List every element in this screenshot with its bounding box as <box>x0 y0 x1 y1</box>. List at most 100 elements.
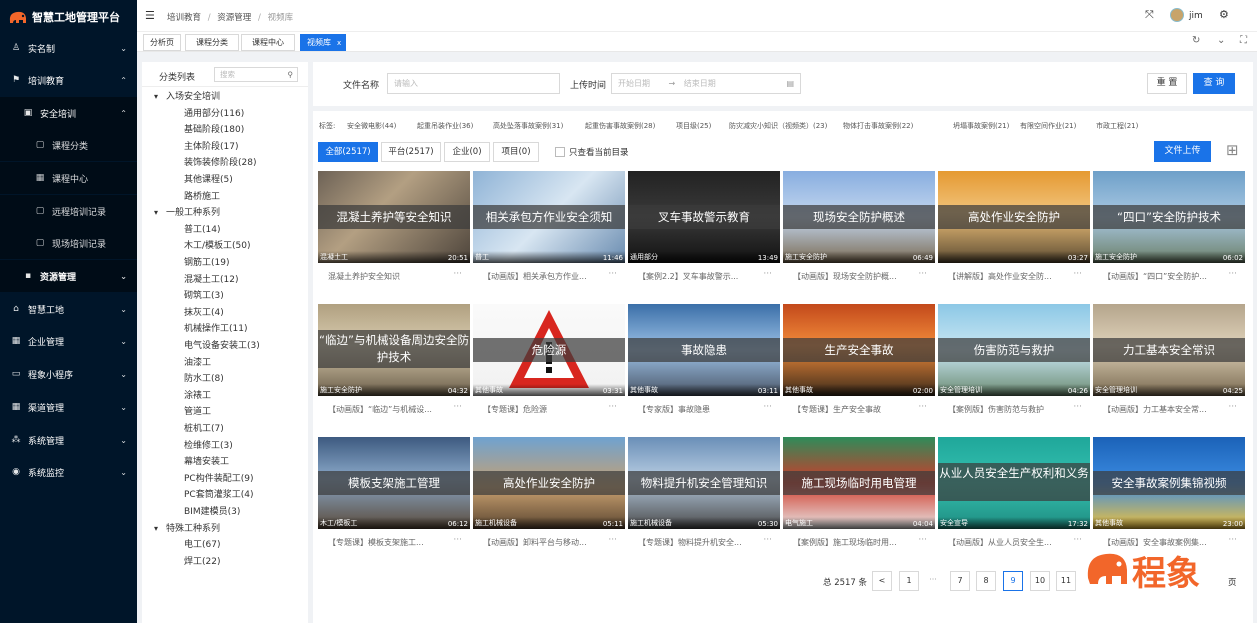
tree-item[interactable]: 木工/模板工(50) <box>184 238 251 251</box>
menu-course-category[interactable]: ▢ 课程分类 <box>0 129 137 161</box>
video-card[interactable]: 叉车事故警示教育 通用部分 13:49 【案例2.2】叉车事故警示... ··· <box>628 171 780 293</box>
video-title[interactable]: 【案例版】施工现场临时用... <box>793 537 921 548</box>
more-options-icon[interactable]: ··· <box>453 535 462 545</box>
tag-filter[interactable]: 市政工程(21) <box>1096 121 1138 131</box>
tag-filter[interactable]: 坍塌事故案例(21) <box>953 121 1009 131</box>
video-title[interactable]: 【动画版】“临边”与机械设... <box>328 404 456 415</box>
tree-group[interactable]: ▾ 一般工种系列 <box>154 205 220 218</box>
video-card[interactable]: 从业人员安全生产权利和义务 安全宣导 17:32 【动画版】从业人员安全生... ··· <box>938 437 1090 559</box>
video-title[interactable]: 【专题课】物料提升机安全... <box>638 537 766 548</box>
video-card[interactable]: 施工现场临时用电管理 电气施工 04:04 【案例版】施工现场临时用... ··· <box>783 437 935 559</box>
video-title[interactable]: 【讲解版】高处作业安全防... <box>948 271 1076 282</box>
more-options-icon[interactable]: ··· <box>453 269 462 279</box>
tag-filter[interactable]: 高处坠落事故案例(31) <box>493 121 563 131</box>
video-card[interactable]: 危险源 其他事故 03:31 【专题课】危险源 ··· <box>473 304 625 426</box>
caret-down-icon[interactable]: ▾ <box>154 524 158 533</box>
video-card[interactable]: 安全事故案例集锦视频 其他事故 23:00 【动画版】安全事故案例集... ··· <box>1093 437 1245 559</box>
tree-item[interactable]: 基础阶段(180) <box>184 122 244 135</box>
query-button[interactable]: 查 询 <box>1193 73 1235 94</box>
page-button[interactable]: 10 <box>1030 571 1050 591</box>
video-card[interactable]: 物料提升机安全管理知识 施工机械设备 05:30 【专题课】物料提升机安全... ··· <box>628 437 780 559</box>
more-options-icon[interactable]: ··· <box>763 402 772 412</box>
video-thumbnail[interactable]: 事故隐患 其他事故 03:11 <box>628 304 780 396</box>
tree-item[interactable]: BIM建模员(3) <box>184 504 240 517</box>
video-thumbnail[interactable]: 模板支架施工管理 木工/模板工 06:12 <box>318 437 470 529</box>
chevron-down-icon[interactable]: ⌄ <box>1217 35 1225 46</box>
tab-video-library[interactable]: 视频库 x <box>300 34 346 51</box>
video-card[interactable]: 模板支架施工管理 木工/模板工 06:12 【专题课】模板支架施工... ··· <box>318 437 470 559</box>
subtab-project[interactable]: 项目(0) <box>493 142 539 162</box>
video-title[interactable]: 【动画版】相关承包方作业... <box>483 271 611 282</box>
menu-monitor[interactable]: ◉ 系统监控 ⌄ <box>0 456 137 488</box>
video-title[interactable]: 【专题课】危险源 <box>483 404 611 415</box>
video-card[interactable]: 现场安全防护概述 施工安全防护 06:49 【动画版】现场安全防护概... ··· <box>783 171 935 293</box>
tree-group[interactable]: ▾ 特殊工种系列 <box>154 521 220 534</box>
tree-item[interactable]: PC套筒灌浆工(4) <box>184 487 253 500</box>
tree-item[interactable]: 路桥施工 <box>184 189 220 202</box>
caret-down-icon[interactable]: ▾ <box>154 92 158 101</box>
menu-onsite-records[interactable]: ▢ 现场培训记录 <box>0 227 137 259</box>
video-thumbnail[interactable]: 力工基本安全常识 安全管理培训 04:25 <box>1093 304 1245 396</box>
more-options-icon[interactable]: ··· <box>608 535 617 545</box>
avatar[interactable] <box>1170 8 1184 22</box>
video-title[interactable]: 【专题课】生产安全事故 <box>793 404 921 415</box>
video-thumbnail[interactable]: 高处作业安全防护 03:27 <box>938 171 1090 263</box>
more-options-icon[interactable]: ··· <box>763 535 772 545</box>
video-title[interactable]: 【案例版】伤害防范与救护 <box>948 404 1076 415</box>
subtab-platform[interactable]: 平台(2517) <box>381 142 441 162</box>
tag-filter[interactable]: 安全微电影(44) <box>347 121 396 131</box>
video-thumbnail[interactable]: 生产安全事故 其他事故 02:00 <box>783 304 935 396</box>
menu-resource[interactable]: ▪ 资源管理 ⌄ <box>0 260 137 292</box>
more-options-icon[interactable]: ··· <box>1228 269 1237 279</box>
user-name[interactable]: jim <box>1189 11 1203 21</box>
subtab-all[interactable]: 全部(2517) <box>318 142 378 162</box>
refresh-icon[interactable]: ↻ <box>1192 35 1200 46</box>
video-card[interactable]: 生产安全事故 其他事故 02:00 【专题课】生产安全事故 ··· <box>783 304 935 426</box>
video-title[interactable]: 【动画版】力工基本安全常... <box>1103 404 1231 415</box>
video-thumbnail[interactable]: 施工现场临时用电管理 电气施工 04:04 <box>783 437 935 529</box>
video-title[interactable]: 【动画版】“四口”安全防护... <box>1103 271 1231 282</box>
page-button[interactable]: 1 <box>899 571 919 591</box>
tree-item[interactable]: 通用部分(116) <box>184 106 244 119</box>
page-button[interactable]: 9 <box>1003 571 1023 591</box>
more-options-icon[interactable]: ··· <box>918 269 927 279</box>
menu-smartsite[interactable]: ⌂ 智慧工地 ⌄ <box>0 293 137 325</box>
page-button[interactable]: 7 <box>950 571 970 591</box>
subtab-enterprise[interactable]: 企业(0) <box>444 142 490 162</box>
search-icon[interactable]: ⚲ <box>288 68 294 81</box>
video-thumbnail[interactable]: “临边”与机械设备周边安全防护技术 施工安全防护 04:32 <box>318 304 470 396</box>
tree-item[interactable]: 钢筋工(19) <box>184 255 229 268</box>
tag-filter[interactable]: 防灾减灾小知识（视频类）(23) <box>729 121 827 131</box>
tree-item[interactable]: 焊工(22) <box>184 554 220 567</box>
menu-miniapp[interactable]: ▭ 程象小程序 ⌄ <box>0 358 137 390</box>
video-card[interactable]: “临边”与机械设备周边安全防护技术 施工安全防护 04:32 【动画版】“临边”与机械… <box>318 304 470 426</box>
video-title[interactable]: 【动画版】卸料平台与移动... <box>483 537 611 548</box>
menu-realname[interactable]: ♙ 实名制 ⌄ <box>0 32 137 64</box>
tree-item[interactable]: 桩机工(7) <box>184 421 224 434</box>
more-options-icon[interactable]: ··· <box>1228 402 1237 412</box>
video-thumbnail[interactable]: 物料提升机安全管理知识 施工机械设备 05:30 <box>628 437 780 529</box>
video-card[interactable]: “四口”安全防护技术 施工安全防护 06:02 【动画版】“四口”安全防护... ··· <box>1093 171 1245 293</box>
fullscreen-icon[interactable]: ⤧ <box>1145 8 1154 22</box>
tab-course-center[interactable]: 课程中心 <box>241 34 295 51</box>
reset-button[interactable]: 重 置 <box>1147 73 1187 94</box>
caret-down-icon[interactable]: ▾ <box>154 208 158 217</box>
tree-item[interactable]: 电工(67) <box>184 537 220 550</box>
more-options-icon[interactable]: ··· <box>1073 535 1082 545</box>
tree-item[interactable]: 砌筑工(3) <box>184 288 224 301</box>
video-title[interactable]: 混凝土养护安全知识 <box>328 271 456 282</box>
grid-view-icon[interactable]: ⊞ <box>1226 142 1239 158</box>
tree-item[interactable]: 检维修工(3) <box>184 438 233 451</box>
menu-enterprise[interactable]: ▦ 企业管理 ⌄ <box>0 325 137 357</box>
tree-item[interactable]: 油漆工 <box>184 355 211 368</box>
tag-filter[interactable]: 有限空间作业(21) <box>1020 121 1076 131</box>
end-date[interactable]: 结束日期 <box>684 79 716 88</box>
video-card[interactable]: 事故隐患 其他事故 03:11 【专家版】事故隐患 ··· <box>628 304 780 426</box>
tree-item[interactable]: 防水工(8) <box>184 371 224 384</box>
tree-item[interactable]: 装饰装修阶段(28) <box>184 155 256 168</box>
video-card[interactable]: 高处作业安全防护 施工机械设备 05:11 【动画版】卸料平台与移动... ··· <box>473 437 625 559</box>
prev-page-button[interactable]: < <box>872 571 892 591</box>
video-card[interactable]: 力工基本安全常识 安全管理培训 04:25 【动画版】力工基本安全常... ··· <box>1093 304 1245 426</box>
tab-course-category[interactable]: 课程分类 <box>185 34 239 51</box>
settings-gear-icon[interactable]: ⚙ <box>1219 8 1229 21</box>
